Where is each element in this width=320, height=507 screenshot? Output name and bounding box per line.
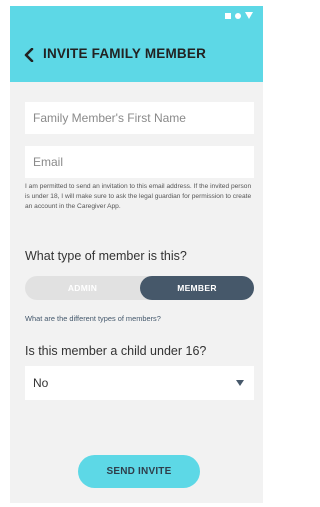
- app-bar: INVITE FAMILY MEMBER: [10, 26, 263, 82]
- email-field[interactable]: [25, 146, 254, 178]
- first-name-field[interactable]: [25, 102, 254, 134]
- toggle-option-member[interactable]: MEMBER: [140, 276, 254, 300]
- email-input[interactable]: [33, 155, 254, 169]
- send-invite-button[interactable]: SEND INVITE: [78, 455, 200, 488]
- chevron-left-icon: [24, 48, 34, 62]
- status-bar: [10, 6, 263, 26]
- child-under-16-select[interactable]: No: [25, 366, 254, 400]
- record-icon: [235, 12, 241, 19]
- phone-screen: INVITE FAMILY MEMBER I am permitted to s…: [10, 6, 263, 503]
- member-type-question: What type of member is this?: [25, 249, 187, 263]
- first-name-input[interactable]: [33, 111, 254, 125]
- page-title: INVITE FAMILY MEMBER: [43, 46, 207, 61]
- child-question: Is this member a child under 16?: [25, 344, 207, 358]
- stop-icon: [225, 12, 231, 19]
- member-types-link[interactable]: What are the different types of members?: [25, 314, 161, 323]
- consent-note: I am permitted to send an invitation to …: [25, 183, 252, 210]
- signal-icon: [245, 12, 253, 19]
- child-select-value: No: [33, 376, 49, 390]
- back-button[interactable]: [18, 44, 40, 66]
- status-icons: [225, 12, 253, 19]
- dropdown-caret-icon: [236, 380, 244, 386]
- toggle-option-admin[interactable]: ADMIN: [25, 276, 140, 300]
- member-type-toggle[interactable]: ADMIN MEMBER: [25, 276, 254, 300]
